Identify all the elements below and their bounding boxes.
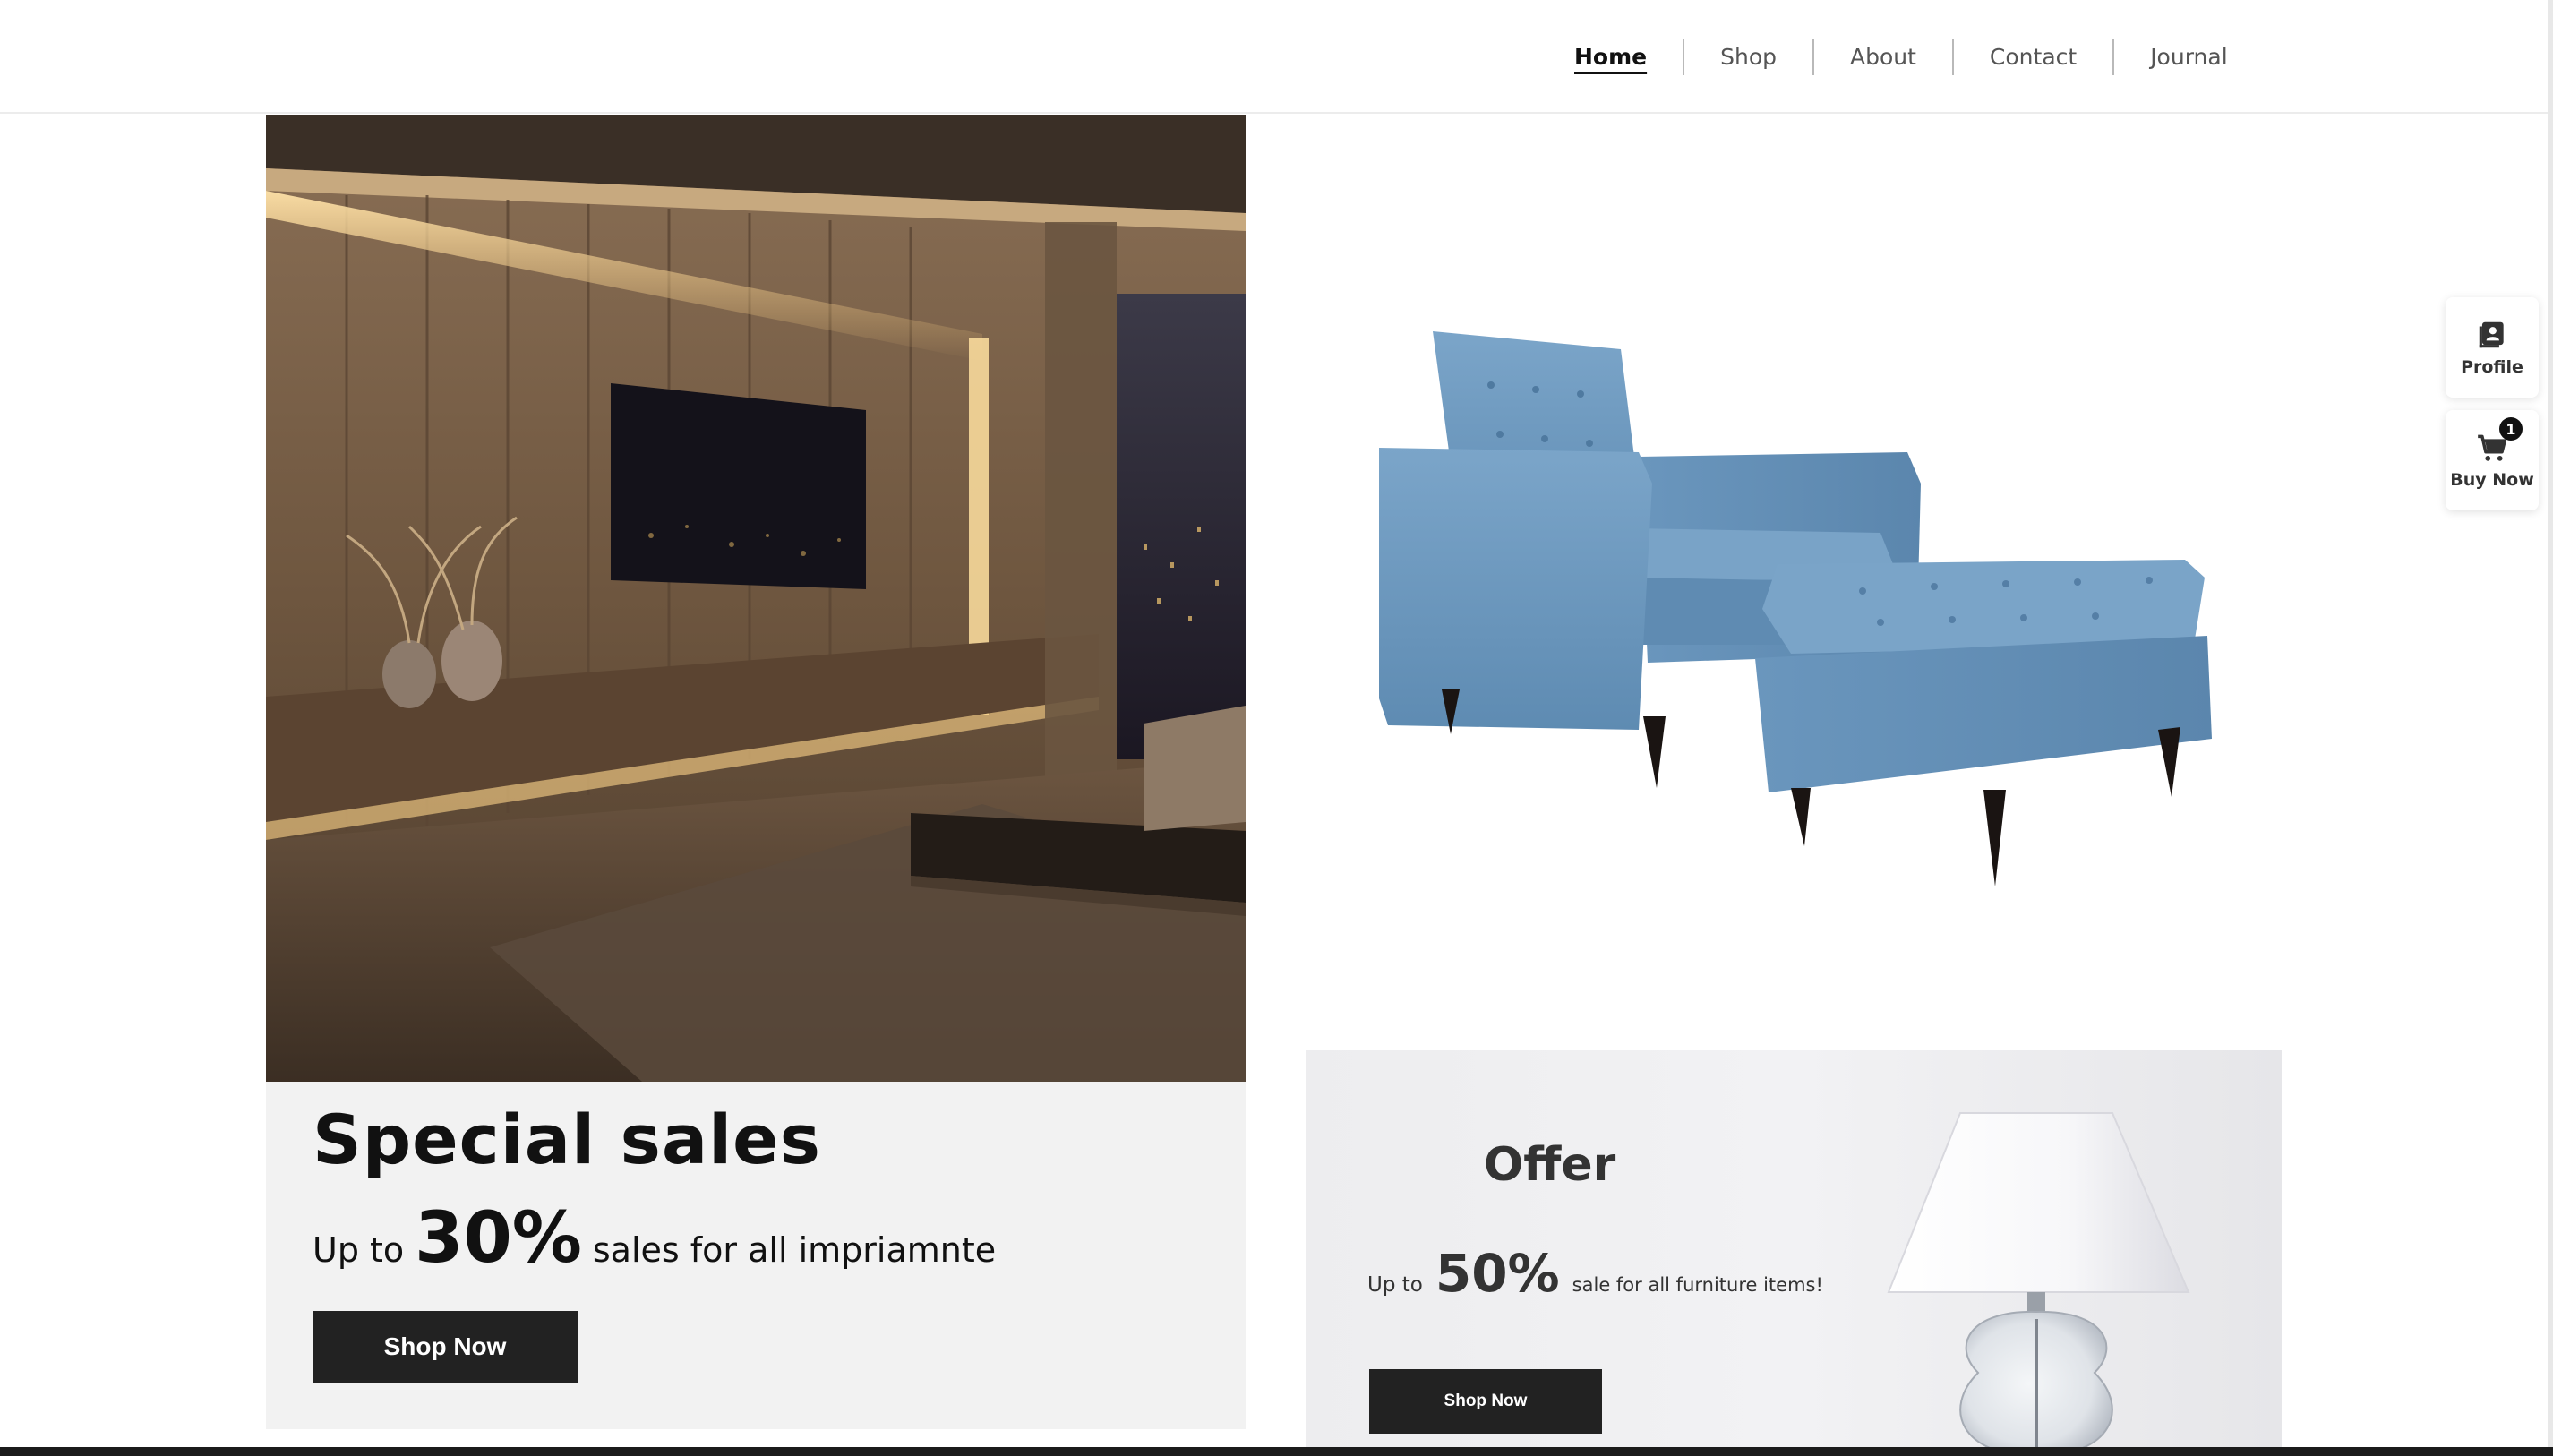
special-percent: 30% [415, 1198, 582, 1279]
page-scrollbar[interactable] [2548, 0, 2553, 1456]
offer-banner: Offer Up to 50% sale for all furniture i… [1306, 1050, 2282, 1456]
special-sales-line: Up to 30% sales for all impriamnte [313, 1198, 996, 1279]
nav-journal[interactable]: Journal [2112, 39, 2263, 75]
main-nav: Home Shop About Contact Journal [1558, 0, 2264, 114]
armchair-ottoman-image [1307, 269, 2310, 913]
special-prefix: Up to [313, 1230, 405, 1270]
cart-count-badge: 1 [2499, 417, 2523, 441]
offer-shop-now-button[interactable]: Shop Now [1369, 1369, 1602, 1434]
living-room-image [266, 115, 1246, 1082]
special-suffix: sales for all impriamnte [592, 1230, 997, 1270]
offer-title: Offer [1484, 1138, 1616, 1192]
special-shop-now-button[interactable]: Shop Now [313, 1311, 578, 1383]
profile-widget[interactable]: Profile [2446, 297, 2539, 398]
offer-percent: 50% [1435, 1243, 1560, 1304]
profile-icon [2479, 321, 2504, 348]
offer-prefix: Up to [1367, 1273, 1423, 1297]
nav-about[interactable]: About [1812, 39, 1952, 75]
site-header: Home Shop About Contact Journal [0, 0, 2553, 114]
living-room-illustration [266, 115, 1246, 1082]
armchair-illustration [1379, 331, 2212, 886]
bottom-edge-bar [0, 1447, 2553, 1456]
special-sales-title: Special sales [313, 1100, 821, 1179]
offer-suffix: sale for all furniture items! [1572, 1274, 1823, 1296]
offer-line: Up to 50% sale for all furniture items! [1367, 1243, 1823, 1304]
table-lamp-image [1887, 1112, 2190, 1456]
nav-contact[interactable]: Contact [1951, 39, 2112, 75]
buy-now-widget[interactable]: 1 Buy Now [2446, 410, 2539, 510]
special-sales-panel: Special sales Up to 30% sales for all im… [266, 1082, 1246, 1429]
buy-now-label: Buy Now [2450, 470, 2534, 490]
nav-home[interactable]: Home [1558, 39, 1683, 75]
profile-label: Profile [2461, 357, 2523, 377]
nav-shop[interactable]: Shop [1683, 39, 1812, 75]
